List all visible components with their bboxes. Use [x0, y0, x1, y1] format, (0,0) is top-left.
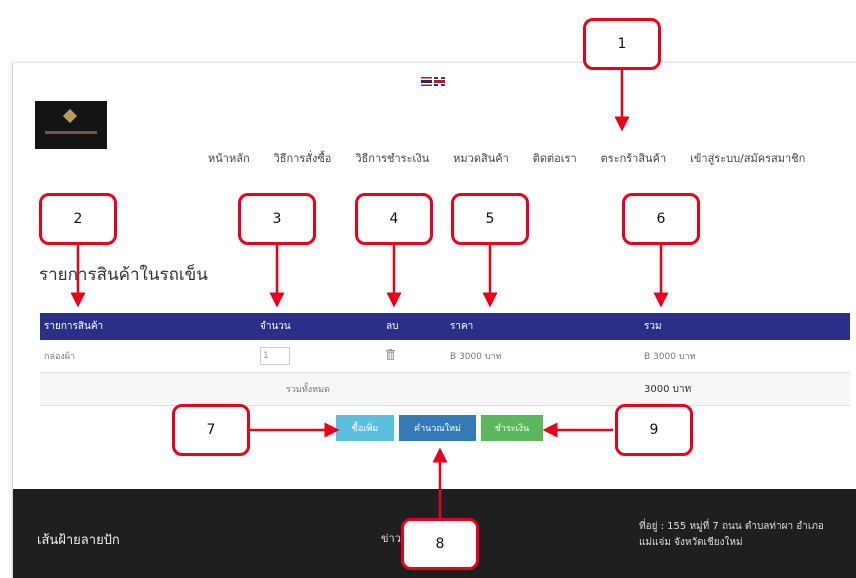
quantity-input[interactable]	[260, 347, 290, 365]
nav-item-categories[interactable]: หมวดสินค้า	[453, 149, 509, 167]
header-quantity: จำนวน	[256, 313, 382, 340]
nav-item-cart[interactable]: ตระกร้าสินค้า	[601, 149, 666, 167]
callout-1: 1	[583, 18, 661, 70]
callout-2: 2	[39, 193, 117, 245]
checkout-button[interactable]: ชำระเงิน	[481, 415, 543, 441]
cart-title: รายการสินค้าในรถเข็น	[39, 265, 208, 285]
header-total: รวม	[640, 313, 850, 340]
header-delete: ลบ	[382, 313, 446, 340]
callout-3: 3	[238, 193, 316, 245]
uk-flag-icon[interactable]	[434, 77, 445, 86]
main-nav: หน้าหลัก วิธีการสั่งซื้อ วิธีการชำระเงิน…	[208, 149, 805, 167]
nav-item-how-to-order[interactable]: วิธีการสั่งซื้อ	[274, 149, 332, 167]
callout-4: 4	[355, 193, 433, 245]
footer-address: ที่อยู่ : 155 หมู่ที่ 7 ถนน ตำบลท่าผา อำ…	[639, 521, 824, 548]
table-row: กล่องผ้า B 3000 บาท	[40, 340, 850, 373]
site-logo[interactable]	[35, 101, 107, 149]
cell-product: กล่องผ้า	[40, 340, 256, 373]
cell-price: B 3000 บาท	[446, 340, 640, 373]
header-product: รายการสินค้า	[40, 313, 256, 340]
continue-shopping-button[interactable]: ซื้อเพิ่ม	[336, 415, 394, 441]
callout-6: 6	[622, 193, 700, 245]
cart-header-row: รายการสินค้า จำนวน ลบ ราคา รวม	[40, 313, 850, 340]
price-currency: B	[450, 352, 457, 362]
web-page: หน้าหลัก วิธีการสั่งซื้อ วิธีการชำระเงิน…	[12, 62, 856, 578]
grand-total-value: 3000 บาท	[640, 372, 850, 406]
language-switcher	[421, 77, 445, 86]
cell-delete	[382, 340, 446, 373]
callout-8: 8	[401, 518, 479, 570]
logo-text-mark	[45, 131, 97, 134]
nav-item-contact[interactable]: ติดต่อเรา	[533, 149, 577, 167]
callout-9: 9	[615, 404, 693, 456]
callout-7: 7	[172, 404, 250, 456]
cell-quantity	[256, 340, 382, 373]
header-price: ราคา	[446, 313, 640, 340]
price-value: 3000 บาท	[459, 352, 502, 362]
trash-icon[interactable]	[386, 349, 395, 360]
total-value: 3000 บาท	[653, 352, 696, 362]
thai-flag-icon[interactable]	[421, 77, 432, 86]
footer-news-label[interactable]: ข่าว	[381, 529, 401, 547]
nav-item-login[interactable]: เข้าสู่ระบบ/สมัครสมาชิก	[690, 149, 805, 167]
grand-total-label: รวมทั้งหมด	[256, 372, 640, 406]
cell-total: B 3000 บาท	[640, 340, 850, 373]
total-currency: B	[644, 352, 651, 362]
callout-5: 5	[451, 193, 529, 245]
footer-brand: เส้นฝ้ายลายปัก	[37, 533, 120, 548]
cell-empty	[40, 372, 256, 406]
recalculate-button[interactable]: คำนวณใหม่	[399, 415, 476, 441]
grand-total-row: รวมทั้งหมด 3000 บาท	[40, 372, 850, 406]
cart-table: รายการสินค้า จำนวน ลบ ราคา รวม กล่องผ้า	[40, 313, 850, 406]
nav-item-payment-methods[interactable]: วิธีการชำระเงิน	[355, 149, 429, 167]
nav-item-home[interactable]: หน้าหลัก	[208, 149, 250, 167]
logo-mark-icon	[62, 108, 78, 124]
